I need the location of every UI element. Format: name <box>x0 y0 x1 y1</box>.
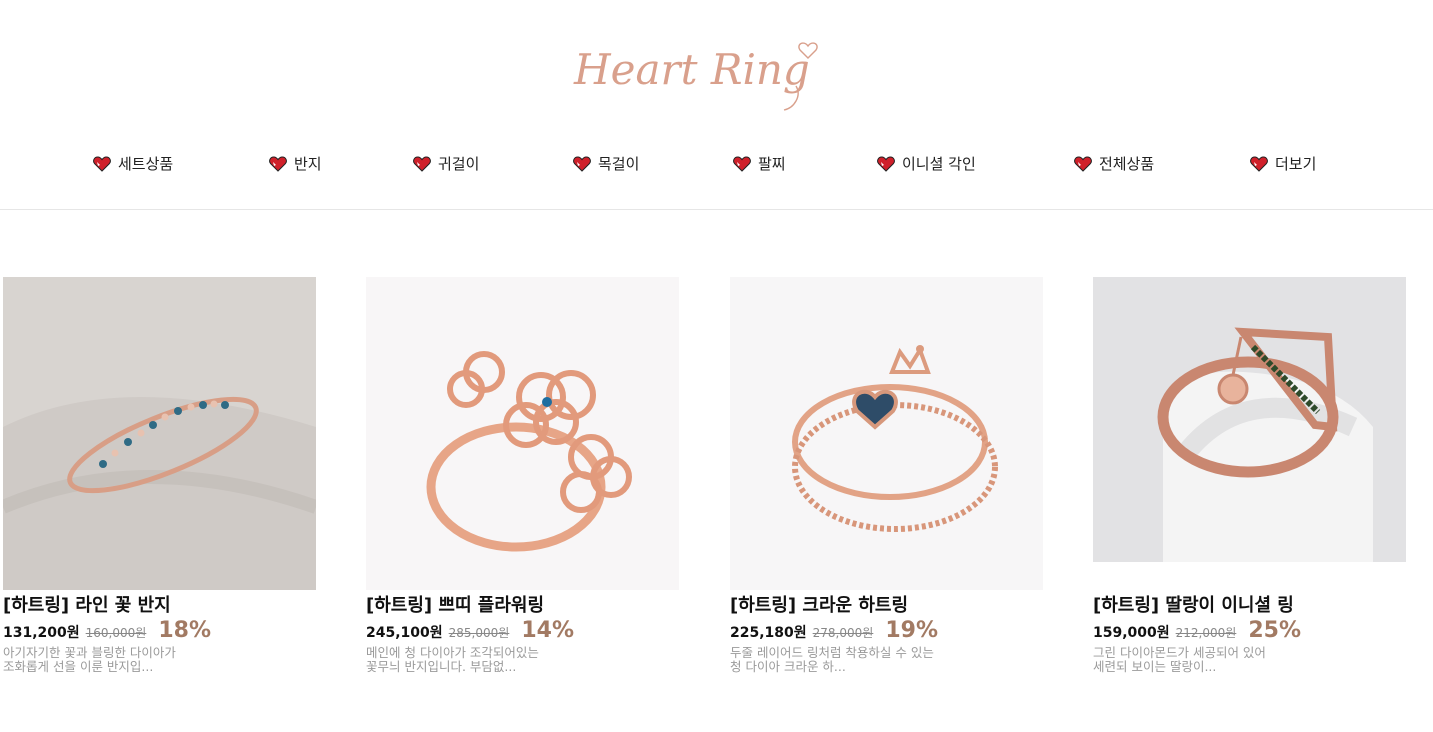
nav-item-label: 반지 <box>294 155 322 173</box>
heart-icon <box>1074 156 1092 172</box>
product-image[interactable] <box>366 277 679 590</box>
price-row: 131,200원 160,000원 18% <box>3 618 319 646</box>
nav-item-label: 목걸이 <box>598 155 640 173</box>
product-description: 메인에 청 다이아가 조각되어있는 꽃무늬 반지입니다. 부담없... <box>366 645 539 674</box>
product-image[interactable] <box>3 277 316 590</box>
heart-icon <box>269 156 287 172</box>
original-price: 160,000원 <box>85 626 147 640</box>
price-row: 225,180원 278,000원 19% <box>730 618 1046 646</box>
product-description: 아기자기한 꽃과 블링한 다이아가 조화롭게 선을 이룬 반지입... <box>3 645 176 674</box>
nav-item-bracelets[interactable]: 팔찌 <box>733 150 786 178</box>
nav-item-label: 세트상품 <box>118 155 174 173</box>
product-name[interactable]: [하트링] 딸랑이 이니셜 링 <box>1093 594 1409 618</box>
discount-rate: 14% <box>521 618 574 643</box>
discount-rate: 25% <box>1248 618 1301 643</box>
product-name[interactable]: [하트링] 라인 꽃 반지 <box>3 594 319 618</box>
nav-item-label: 전체상품 <box>1099 155 1155 173</box>
product-card: [하트링] 딸랑이 이니셜 링 159,000원 212,000원 25% 그린… <box>1093 277 1409 674</box>
nav-item-label: 귀걸이 <box>438 155 480 173</box>
sale-price: 225,180원 <box>730 625 807 641</box>
nav-item-more[interactable]: 더보기 <box>1250 150 1316 178</box>
product-description: 그린 다이아몬드가 세공되어 있어 세련되 보이는 딸랑이... <box>1093 645 1266 674</box>
discount-rate: 19% <box>885 618 938 643</box>
heart-icon <box>93 156 111 172</box>
heart-icon <box>1250 156 1268 172</box>
product-image[interactable] <box>1093 277 1406 562</box>
heart-icon <box>733 156 751 172</box>
product-name[interactable]: [하트링] 쁘띠 플라워링 <box>366 594 682 618</box>
logo-text: Heart Ring <box>573 45 810 94</box>
original-price: 212,000원 <box>1175 626 1237 640</box>
heart-icon <box>413 156 431 172</box>
product-description: 두줄 레이어드 링처럼 착용하실 수 있는 청 다이아 크라운 하... <box>730 645 934 674</box>
heart-icon <box>877 156 895 172</box>
nav-item-all-products[interactable]: 전체상품 <box>1074 150 1154 178</box>
price-row: 245,100원 285,000원 14% <box>366 618 682 646</box>
product-name[interactable]: [하트링] 크라운 하트링 <box>730 594 1046 618</box>
product-card: [하트링] 쁘띠 플라워링 245,100원 285,000원 14% 메인에 … <box>366 277 682 674</box>
original-price: 285,000원 <box>448 626 510 640</box>
nav-item-label: 이니셜 각인 <box>902 155 976 173</box>
product-card: [하트링] 라인 꽃 반지 131,200원 160,000원 18% 아기자기… <box>3 277 319 674</box>
product-card: [하트링] 크라운 하트링 225,180원 278,000원 19% 두줄 레… <box>730 277 1046 674</box>
sale-price: 245,100원 <box>366 625 443 641</box>
nav-item-earrings[interactable]: 귀걸이 <box>413 150 479 178</box>
nav-item-label: 더보기 <box>1275 155 1317 173</box>
product-image[interactable] <box>730 277 1043 590</box>
site-header: Heart Ring 세트상품 반지 귀걸이 목걸이 팔찌 이니셜 각인 전체상… <box>0 0 1433 210</box>
nav-item-set[interactable]: 세트상품 <box>93 150 173 178</box>
original-price: 278,000원 <box>812 626 874 640</box>
sale-price: 159,000원 <box>1093 625 1170 641</box>
logo[interactable]: Heart Ring <box>560 26 850 116</box>
heart-icon <box>573 156 591 172</box>
main-nav: 세트상품 반지 귀걸이 목걸이 팔찌 이니셜 각인 전체상품 더보기 <box>0 150 1433 180</box>
nav-item-initial-engraving[interactable]: 이니셜 각인 <box>877 150 976 178</box>
nav-item-rings[interactable]: 반지 <box>269 150 322 178</box>
nav-item-label: 팔찌 <box>758 155 786 173</box>
discount-rate: 18% <box>158 618 211 643</box>
sale-price: 131,200원 <box>3 625 80 641</box>
nav-item-necklaces[interactable]: 목걸이 <box>573 150 639 178</box>
price-row: 159,000원 212,000원 25% <box>1093 618 1409 646</box>
